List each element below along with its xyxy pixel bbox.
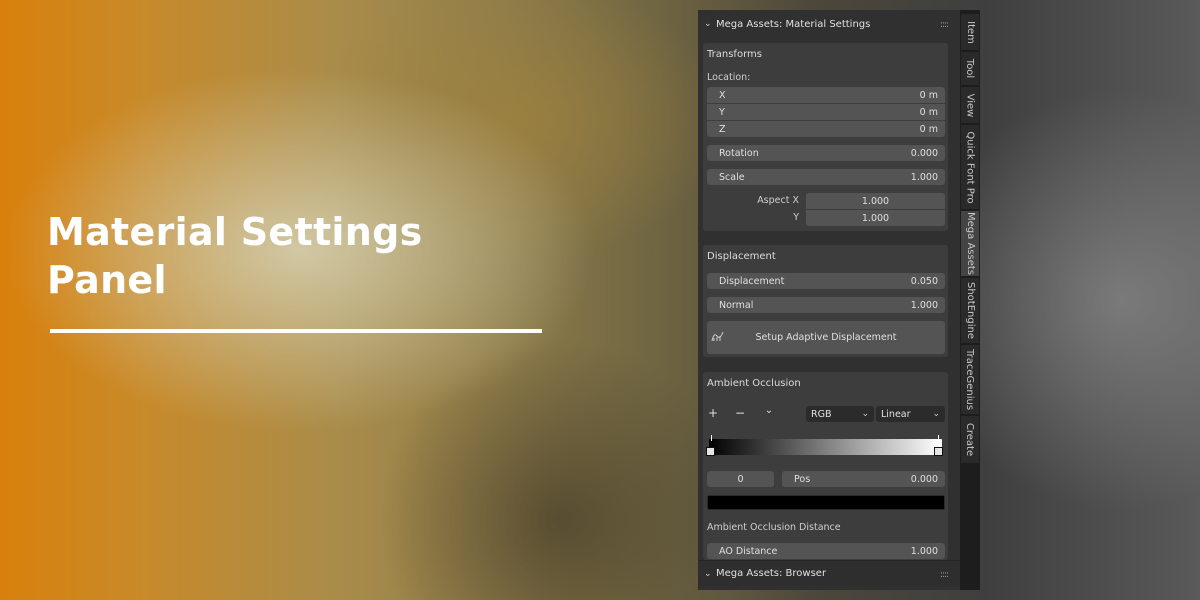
- stop-marker: [938, 435, 939, 441]
- tab-create[interactable]: Create: [961, 416, 979, 464]
- remove-stop-icon[interactable]: −: [733, 406, 747, 420]
- chevron-down-icon: ⌄: [704, 19, 712, 29]
- sidebar-n-panel: ⌄ Mega Assets: Material Settings :::: Tr…: [698, 10, 980, 590]
- sidebar-tabs: Item Tool View Quick Font Pro Mega Asset…: [960, 10, 980, 590]
- color-mode-dropdown[interactable]: RGB ⌄: [806, 406, 874, 422]
- add-stop-icon[interactable]: +: [706, 406, 720, 420]
- color-ramp[interactable]: [709, 439, 942, 455]
- headline: Material Settings Panel: [47, 208, 423, 304]
- transforms-subpanel: Transforms Location: X 0 m Y 0 m Z 0 m R…: [703, 43, 948, 231]
- interpolation-dropdown[interactable]: Linear ⌄: [876, 406, 945, 422]
- stop-pos-field[interactable]: Pos 0.000: [782, 471, 945, 487]
- aspect-y-field[interactable]: 1.000: [806, 210, 945, 226]
- displacement-wave-icon: [711, 330, 724, 345]
- color-stop-handle-start[interactable]: [706, 447, 715, 456]
- drag-grip-icon[interactable]: ::::: [940, 20, 949, 30]
- ao-distance-title: Ambient Occlusion Distance: [707, 522, 841, 533]
- displacement-title: Displacement: [707, 251, 776, 262]
- scale-field[interactable]: Scale 1.000: [707, 169, 945, 185]
- panel-area: ⌄ Mega Assets: Material Settings :::: Tr…: [698, 10, 960, 590]
- normal-field[interactable]: Normal 1.000: [707, 297, 945, 313]
- aspect-y-label: Y: [793, 212, 799, 223]
- ambient-occlusion-title: Ambient Occlusion: [707, 378, 801, 389]
- rotation-field[interactable]: Rotation 0.000: [707, 145, 945, 161]
- tab-view[interactable]: View: [961, 87, 979, 124]
- setup-adaptive-displacement-button[interactable]: Setup Adaptive Displacement: [707, 321, 945, 354]
- tab-mega-assets[interactable]: Mega Assets: [961, 211, 979, 277]
- transforms-title: Transforms: [707, 49, 762, 60]
- browser-title: Mega Assets: Browser: [716, 568, 827, 579]
- tab-quick-font-pro[interactable]: Quick Font Pro: [961, 125, 979, 210]
- headline-line-1: Material Settings: [47, 210, 423, 254]
- tab-tool[interactable]: Tool: [961, 52, 979, 86]
- location-z-field[interactable]: Z 0 m: [707, 121, 945, 137]
- location-y-field[interactable]: Y 0 m: [707, 104, 945, 120]
- tab-tracegenius[interactable]: TraceGenius: [961, 345, 979, 415]
- chevron-down-icon: ⌄: [861, 409, 869, 419]
- panel-title: Mega Assets: Material Settings: [716, 18, 871, 30]
- displacement-subpanel: Displacement Displacement 0.050 Normal 1…: [703, 245, 948, 357]
- ao-distance-field[interactable]: AO Distance 1.000: [707, 543, 945, 559]
- chevron-down-icon[interactable]: ⌄: [762, 405, 776, 416]
- headline-line-2: Panel: [47, 258, 167, 302]
- aspect-x-label: Aspect X: [757, 195, 799, 206]
- material-settings-header[interactable]: ⌄ Mega Assets: Material Settings ::::: [698, 11, 960, 37]
- location-label: Location:: [707, 72, 751, 83]
- browser-header[interactable]: ⌄ Mega Assets: Browser ::::: [698, 560, 960, 586]
- displacement-field[interactable]: Displacement 0.050: [707, 273, 945, 289]
- tab-item[interactable]: Item: [961, 14, 979, 51]
- chevron-down-icon: ⌄: [704, 568, 712, 579]
- drag-grip-icon[interactable]: ::::: [940, 570, 949, 580]
- tab-shotengine[interactable]: ShotEngine: [961, 278, 979, 344]
- color-stop-handle-end[interactable]: [934, 447, 943, 456]
- stop-color-swatch[interactable]: [707, 495, 945, 510]
- aspect-x-field[interactable]: 1.000: [806, 193, 945, 209]
- location-x-field[interactable]: X 0 m: [707, 87, 945, 103]
- stop-index-field[interactable]: 0: [707, 471, 774, 487]
- chevron-down-icon: ⌄: [932, 409, 940, 419]
- headline-underline: [50, 329, 542, 333]
- ambient-occlusion-subpanel: Ambient Occlusion + − ⌄ RGB ⌄ Linear ⌄ 0…: [703, 372, 948, 560]
- stop-marker: [711, 435, 712, 441]
